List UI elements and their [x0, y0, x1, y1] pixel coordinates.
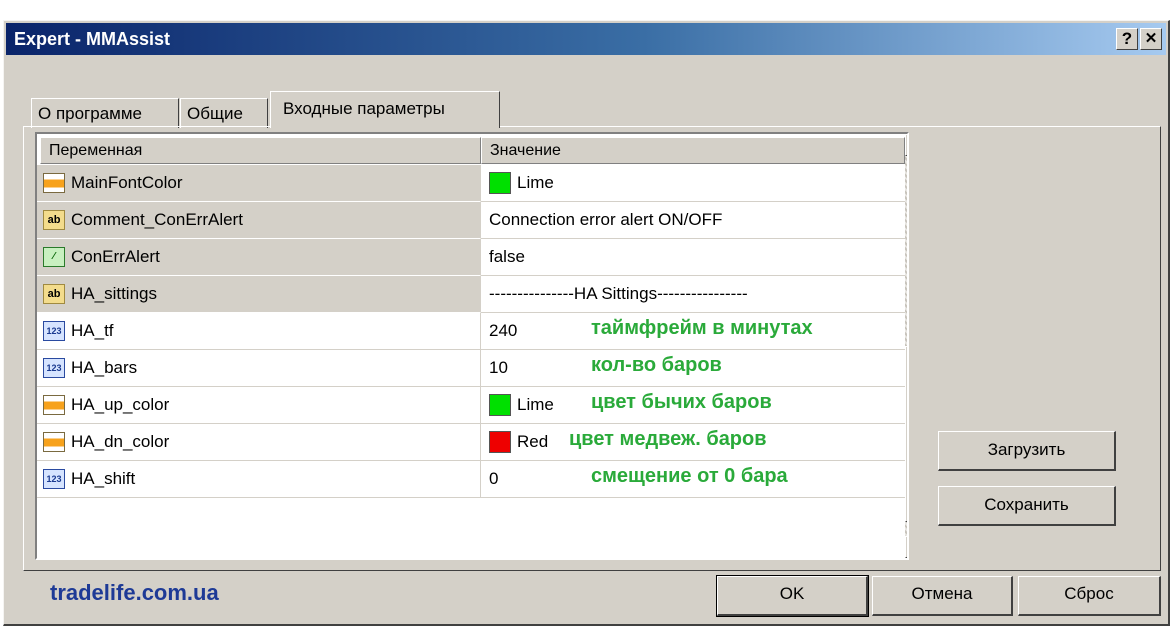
reset-button[interactable]: Сброс — [1018, 576, 1161, 616]
help-button[interactable]: ? — [1116, 28, 1138, 50]
title-bar[interactable]: Expert - MMAssist ? ✕ — [6, 23, 1166, 55]
ok-button[interactable]: OK — [716, 575, 869, 617]
window-title: Expert - MMAssist — [14, 29, 171, 49]
tab-about[interactable]: О программе — [31, 98, 179, 128]
tab-input-parameters[interactable]: Входные параметры — [270, 91, 500, 128]
tab-panel — [23, 126, 1161, 571]
tab-general[interactable]: Общие — [180, 98, 268, 128]
close-button[interactable]: ✕ — [1140, 28, 1162, 50]
site-link[interactable]: tradelife.com.ua — [50, 580, 219, 606]
expert-dialog: Expert - MMAssist ? ✕ О программе Общие … — [3, 20, 1170, 626]
cancel-button[interactable]: Отмена — [872, 576, 1013, 616]
